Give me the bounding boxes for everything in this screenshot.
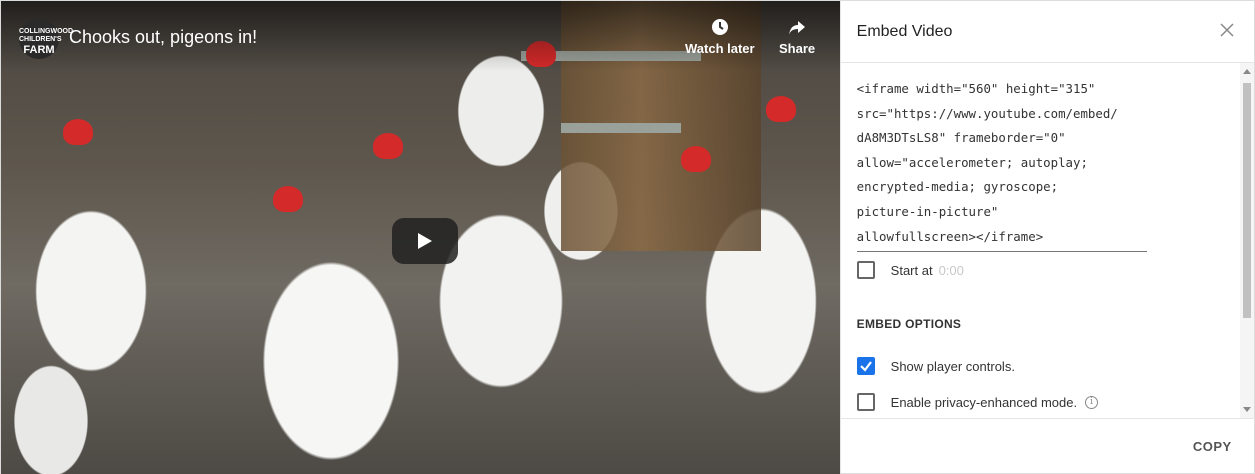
- checkmark-icon: [859, 361, 872, 372]
- scroll-down-arrow-icon[interactable]: [1243, 407, 1251, 412]
- share-label: Share: [779, 41, 816, 56]
- panel-title: Embed Video: [840, 1, 1254, 63]
- embed-dialog: COLLINGWOOD CHILDREN'S FARM Chooks out, …: [0, 0, 1255, 474]
- close-icon: [1220, 23, 1234, 37]
- clock-icon: [711, 19, 728, 35]
- privacy-enhanced-mode-checkbox[interactable]: [856, 393, 875, 411]
- share-arrow-icon: [789, 21, 806, 35]
- chicken-comb: [766, 96, 796, 122]
- embed-code-textarea[interactable]: <iframe width="560" height="315" src="ht…: [856, 77, 1147, 253]
- start-at-input[interactable]: 0:00: [939, 263, 964, 278]
- option-show-player-controls: Show player controls.: [856, 357, 1015, 375]
- start-at-label: Start at: [890, 262, 933, 278]
- channel-logo-line: CHILDREN'S: [19, 36, 62, 43]
- embed-options-heading: EMBED OPTIONS: [856, 317, 962, 331]
- chicken-comb: [681, 146, 711, 172]
- close-button[interactable]: [1220, 23, 1234, 42]
- show-player-controls-label: Show player controls.: [890, 358, 1015, 374]
- play-icon: [418, 233, 432, 249]
- scrollbar-thumb[interactable]: [1243, 83, 1251, 318]
- chicken-comb: [373, 133, 403, 159]
- chicken-comb: [63, 119, 93, 145]
- scroll-up-arrow-icon[interactable]: [1243, 69, 1251, 74]
- watch-later-label: Watch later: [685, 41, 755, 56]
- info-icon[interactable]: i: [1085, 395, 1099, 409]
- share-button[interactable]: Share: [779, 17, 815, 56]
- door-hinge: [561, 123, 681, 133]
- channel-logo[interactable]: COLLINGWOOD CHILDREN'S FARM: [19, 19, 74, 59]
- channel-logo-line: COLLINGWOOD: [19, 28, 74, 35]
- watch-later-button[interactable]: Watch later: [685, 17, 755, 56]
- video-player[interactable]: COLLINGWOOD CHILDREN'S FARM Chooks out, …: [1, 1, 840, 474]
- start-at-row: Start at 0:00: [856, 261, 964, 279]
- show-player-controls-checkbox[interactable]: [856, 357, 875, 375]
- play-button[interactable]: [392, 218, 458, 264]
- embed-panel-content[interactable]: <iframe width="560" height="315" src="ht…: [841, 63, 1255, 418]
- start-at-checkbox[interactable]: [856, 261, 875, 279]
- copy-button[interactable]: COPY: [1193, 439, 1232, 454]
- video-title[interactable]: Chooks out, pigeons in!: [69, 27, 257, 48]
- channel-logo-line: FARM: [23, 44, 55, 56]
- privacy-enhanced-mode-label: Enable privacy-enhanced mode.: [890, 394, 1078, 410]
- chicken-comb: [273, 186, 303, 212]
- embed-panel: Embed Video <iframe width="560" height="…: [839, 1, 1255, 473]
- panel-footer: COPY: [840, 418, 1255, 473]
- scrollbar[interactable]: [1240, 63, 1254, 418]
- option-privacy-enhanced-mode: Enable privacy-enhanced mode. i: [856, 393, 1099, 411]
